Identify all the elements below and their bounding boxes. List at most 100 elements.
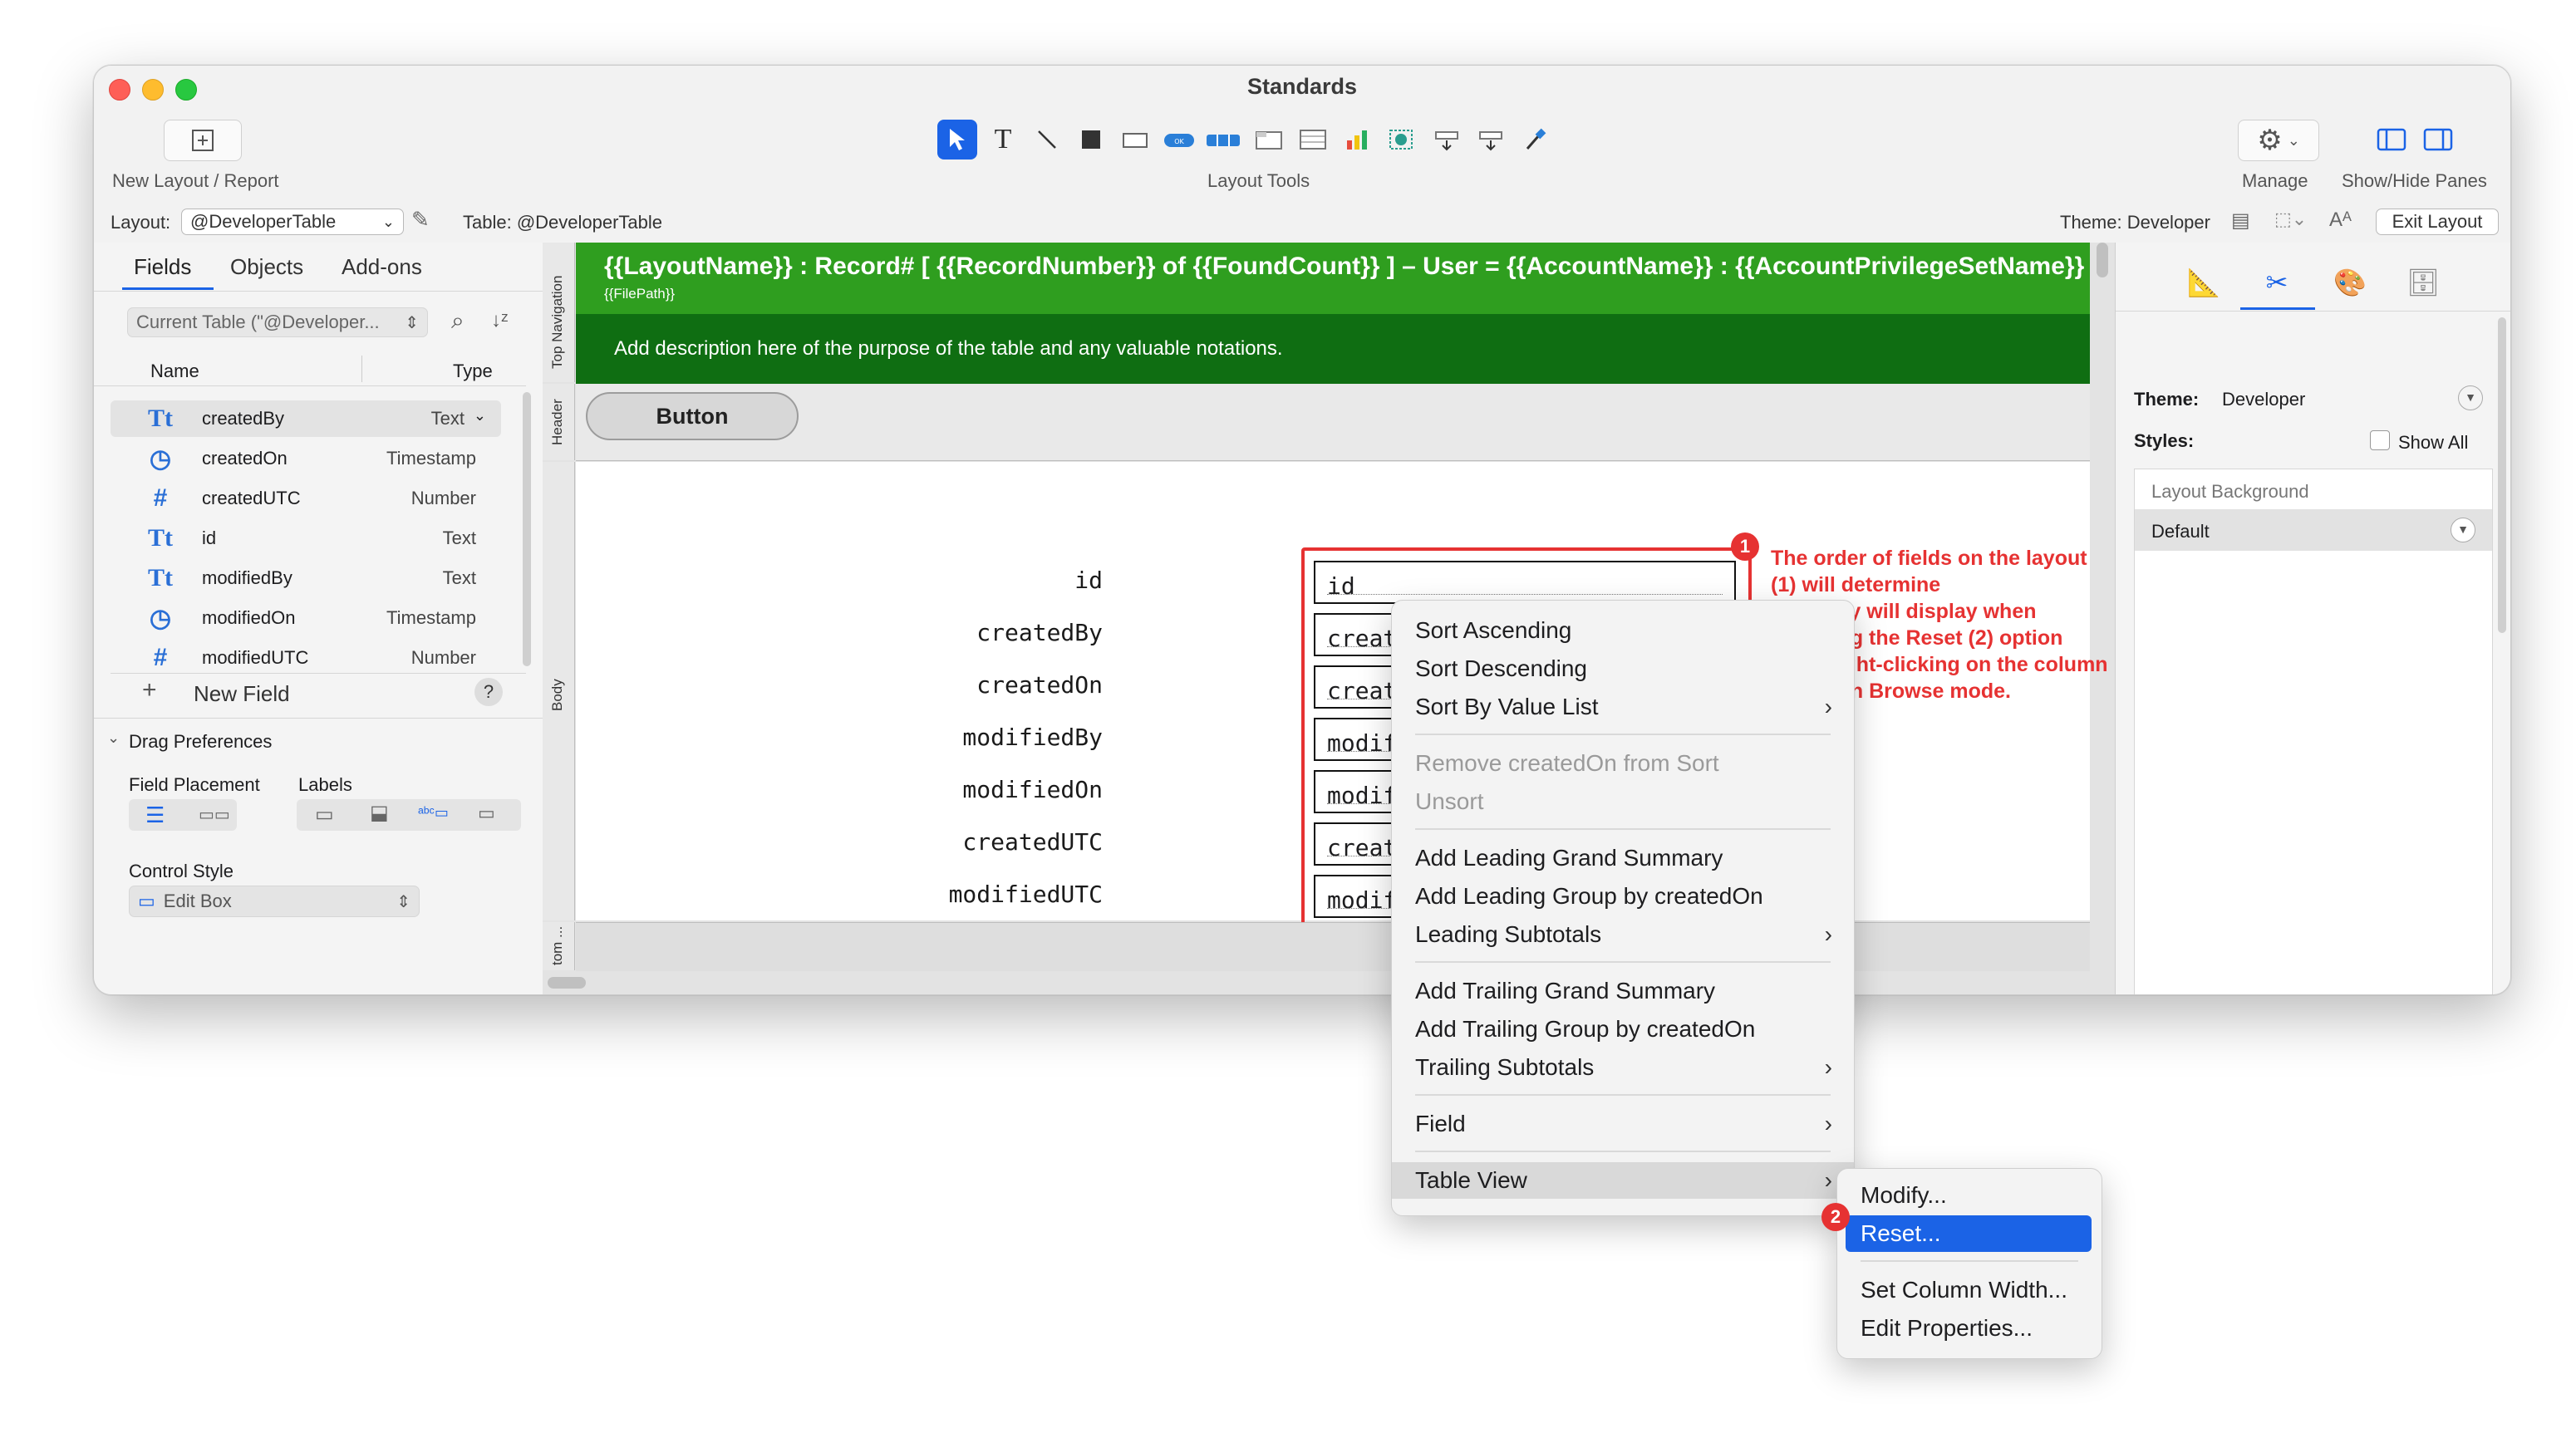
- current-table-select[interactable]: Current Table ("@Developer... ⇕: [127, 307, 428, 337]
- format-painter-icon[interactable]: [1515, 120, 1555, 159]
- header-part: Button: [576, 384, 2090, 461]
- show-right-pane-button[interactable]: [2417, 120, 2459, 159]
- sort-icon[interactable]: ↓ᶻ: [491, 309, 509, 332]
- button-tool-icon[interactable]: OK: [1159, 120, 1199, 159]
- field-row-modifiedBy[interactable]: Tt modifiedBy Text: [111, 560, 501, 596]
- style-menu-button[interactable]: ▼: [2451, 518, 2475, 542]
- new-field-button[interactable]: New Field: [194, 681, 290, 707]
- part-label-header[interactable]: Header: [543, 384, 575, 460]
- position-tab-icon[interactable]: 📐: [2179, 259, 2229, 306]
- field-row-id[interactable]: Tt id Text: [111, 520, 501, 557]
- submenu-item-modify[interactable]: Modify...: [1837, 1177, 2102, 1214]
- horizontal-placement-icon[interactable]: ▭▭: [199, 804, 230, 825]
- data-tab-icon[interactable]: 🗄: [2398, 259, 2448, 306]
- pointer-tool-icon[interactable]: [937, 120, 977, 159]
- add-icon[interactable]: +: [142, 676, 157, 704]
- new-layout-button[interactable]: [164, 120, 242, 161]
- chevron-down-icon[interactable]: ⌄: [474, 407, 486, 425]
- show-hide-panes-label: Show/Hide Panes: [2342, 170, 2487, 191]
- disclosure-icon[interactable]: ⌄: [107, 729, 120, 747]
- styles-tab-icon[interactable]: ✂: [2252, 259, 2302, 306]
- grid-icon[interactable]: ⬚⌄: [2274, 209, 2307, 230]
- menu-item-unsort: Unsort: [1392, 783, 1854, 820]
- appearance-tab-icon[interactable]: 🎨: [2325, 259, 2375, 306]
- part-label-footer[interactable]: tom ...: [543, 922, 575, 970]
- top-navigation-part: {{LayoutName}} : Record# [ {{RecordNumbe…: [576, 243, 2090, 384]
- manage-button[interactable]: ⚙ ⌄: [2238, 120, 2319, 161]
- menu-item-sort-ascending[interactable]: Sort Ascending: [1392, 612, 1854, 649]
- submenu-item-reset[interactable]: Reset...: [1846, 1215, 2092, 1252]
- menu-item-add-leading-group[interactable]: Add Leading Group by createdOn: [1392, 878, 1854, 915]
- divider: [94, 718, 543, 719]
- horizontal-scrollbar[interactable]: [548, 977, 586, 989]
- label-inside-icon[interactable]: ▭: [478, 802, 495, 824]
- font-size-icon[interactable]: Aᴬ: [2329, 209, 2352, 232]
- help-button[interactable]: ?: [474, 678, 503, 706]
- layout-button[interactable]: Button: [586, 392, 799, 440]
- exit-layout-button[interactable]: Exit Layout: [2376, 209, 2499, 235]
- part-label-body[interactable]: Body: [543, 462, 575, 920]
- menu-item-label: Table View: [1415, 1167, 1527, 1193]
- tab-add-ons[interactable]: Add-ons: [342, 254, 422, 280]
- column-name[interactable]: Name: [150, 361, 199, 382]
- theme-menu-button[interactable]: ▼: [2458, 385, 2483, 410]
- column-type[interactable]: Type: [453, 361, 493, 382]
- label-above-icon[interactable]: ⬓: [370, 801, 389, 825]
- field-list-scrollbar[interactable]: [523, 392, 531, 666]
- button-bar-tool-icon[interactable]: [1203, 120, 1243, 159]
- edit-layout-name-icon[interactable]: ✎: [411, 207, 430, 233]
- menu-item-label: Add Leading Group by createdOn: [1415, 883, 1763, 909]
- submenu-item-set-column-width[interactable]: Set Column Width...: [1837, 1272, 2102, 1308]
- portal-tool-icon[interactable]: [1293, 120, 1333, 159]
- menu-item-label: Leading Subtotals: [1415, 921, 1602, 947]
- popover-tool-icon[interactable]: [1427, 120, 1467, 159]
- menu-item-sort-by-value-list[interactable]: Sort By Value List ›: [1392, 689, 1854, 725]
- style-item-default[interactable]: Default ▼: [2135, 509, 2492, 551]
- vertical-placement-icon[interactable]: ☰: [145, 802, 165, 828]
- line-tool-icon[interactable]: [1027, 120, 1067, 159]
- chevron-down-icon: ⌄: [381, 213, 395, 230]
- layout-select[interactable]: @DeveloperTable ⌄: [181, 209, 404, 235]
- field-row-createdBy[interactable]: Tt createdBy Text ⌄: [111, 400, 501, 437]
- menu-item-table-view[interactable]: Table View ›: [1392, 1162, 1854, 1199]
- submenu-item-edit-properties[interactable]: Edit Properties...: [1837, 1310, 2102, 1347]
- menu-item-add-trailing-grand-summary[interactable]: Add Trailing Grand Summary: [1392, 973, 1854, 1009]
- shape-tool-icon[interactable]: [1071, 120, 1111, 159]
- field-row-modifiedOn[interactable]: ◷ modifiedOn Timestamp: [111, 600, 501, 636]
- text-field-icon: Tt: [148, 564, 173, 591]
- menu-item-add-trailing-group[interactable]: Add Trailing Group by createdOn: [1392, 1011, 1854, 1048]
- theme-icon[interactable]: ▤: [2231, 209, 2250, 233]
- menu-item-add-leading-grand-summary[interactable]: Add Leading Grand Summary: [1392, 840, 1854, 876]
- menu-item-leading-subtotals[interactable]: Leading Subtotals ›: [1392, 916, 1854, 953]
- text-tool-icon[interactable]: T: [983, 120, 1023, 159]
- no-label-icon[interactable]: ▭: [315, 802, 334, 827]
- control-style-select[interactable]: ▭ Edit Box ⇕: [129, 886, 420, 917]
- field-row-createdUTC[interactable]: # createdUTC Number: [111, 480, 501, 517]
- field-row-createdOn[interactable]: ◷ createdOn Timestamp: [111, 440, 501, 477]
- tab-fields[interactable]: Fields: [134, 254, 191, 280]
- callout-badge-2: 2: [1821, 1203, 1850, 1231]
- show-all-checkbox[interactable]: [2370, 430, 2390, 450]
- menu-item-sort-descending[interactable]: Sort Descending: [1392, 650, 1854, 687]
- menu-item-label: Sort By Value List: [1415, 694, 1599, 719]
- tab-objects[interactable]: Objects: [230, 254, 303, 280]
- field-row-modifiedUTC[interactable]: # modifiedUTC Number: [111, 640, 501, 666]
- right-pane-scrollbar[interactable]: [2498, 317, 2506, 633]
- slide-control-tool-icon[interactable]: [1471, 120, 1511, 159]
- search-icon[interactable]: ⌕: [451, 307, 465, 335]
- menu-item-trailing-subtotals[interactable]: Trailing Subtotals ›: [1392, 1049, 1854, 1086]
- callout-badge-1: 1: [1731, 532, 1759, 561]
- part-label-text: Top Navigation: [549, 275, 565, 369]
- label-left-icon[interactable]: ᵃᵇᶜ▭: [418, 804, 449, 822]
- show-left-pane-button[interactable]: [2371, 120, 2412, 159]
- layout-tools-label: Layout Tools: [1207, 170, 1310, 191]
- tab-control-tool-icon[interactable]: [1249, 120, 1289, 159]
- web-viewer-tool-icon[interactable]: [1381, 120, 1421, 159]
- menu-item-field[interactable]: Field ›: [1392, 1106, 1854, 1142]
- chart-tool-icon[interactable]: [1337, 120, 1377, 159]
- vertical-scrollbar[interactable]: [2097, 243, 2108, 277]
- chevron-right-icon: ›: [1824, 1167, 1832, 1193]
- part-label-top-navigation[interactable]: Top Navigation: [543, 243, 575, 382]
- field-tool-icon[interactable]: [1115, 120, 1155, 159]
- field-label-modifiedBy: modifiedBy: [962, 724, 1103, 751]
